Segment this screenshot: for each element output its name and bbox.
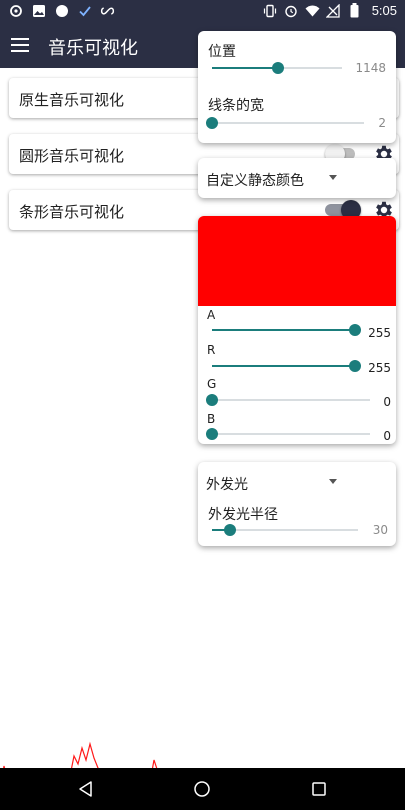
- line-width-value: 2: [378, 116, 386, 130]
- line-width-slider[interactable]: [206, 116, 364, 130]
- battery-icon: [347, 3, 362, 18]
- bar-settings-panel: 位置 1148 线条的宽 2: [198, 31, 396, 143]
- green-slider[interactable]: [206, 393, 370, 407]
- position-label: 位置: [208, 44, 236, 60]
- infinity-icon: [100, 3, 115, 18]
- dropdown-arrow-icon: [329, 175, 337, 180]
- glow-mode-dropdown[interactable]: 外发光: [198, 462, 396, 502]
- no-signal-icon: [326, 3, 341, 18]
- blue-slider[interactable]: [206, 427, 370, 441]
- glow-panel: 外发光 外发光半径 30: [198, 462, 396, 546]
- line-width-label: 线条的宽: [208, 98, 264, 114]
- color-mode-panel: 自定义静态颜色: [198, 158, 396, 198]
- glow-radius-slider[interactable]: [212, 523, 358, 537]
- alpha-value: 255: [368, 326, 391, 340]
- navigation-bar: [0, 768, 405, 810]
- color-mode-dropdown[interactable]: 自定义静态颜色: [198, 158, 396, 198]
- recents-icon[interactable]: [309, 779, 329, 799]
- alarm-icon: [284, 3, 299, 18]
- glow-mode-value: 外发光: [206, 477, 248, 493]
- alpha-label: A: [207, 308, 216, 322]
- red-label: R: [207, 343, 216, 357]
- position-value: 1148: [355, 61, 386, 75]
- blue-label: B: [207, 412, 216, 426]
- page-title: 音乐可视化: [48, 38, 138, 59]
- image-icon: [31, 3, 46, 18]
- option-label: 条形音乐可视化: [19, 203, 125, 221]
- blue-value: 0: [383, 429, 391, 443]
- red-value: 255: [368, 361, 391, 375]
- check-icon: [77, 3, 92, 18]
- dropdown-arrow-icon: [329, 479, 337, 484]
- system-icons: 5:05: [263, 3, 397, 18]
- glow-radius-value: 30: [372, 523, 388, 537]
- red-slider[interactable]: [212, 359, 361, 373]
- wifi-icon: [305, 3, 320, 18]
- back-icon[interactable]: [76, 779, 96, 799]
- color-mode-value: 自定义静态颜色: [206, 173, 304, 189]
- menu-icon[interactable]: [10, 35, 30, 55]
- status-time: 5:05: [371, 3, 397, 18]
- notification-icons: [8, 3, 115, 18]
- position-slider[interactable]: [212, 61, 342, 75]
- option-label: 原生音乐可视化: [19, 91, 125, 109]
- vibrate-icon: [263, 3, 278, 18]
- sync-icon: [8, 3, 23, 18]
- glow-radius-label: 外发光半径: [208, 507, 278, 523]
- color-picker-panel: A 255 R 255 G 0 B 0: [198, 216, 396, 444]
- color-preview: [198, 216, 396, 306]
- status-bar: 5:05: [0, 0, 405, 24]
- home-icon[interactable]: [192, 779, 212, 799]
- green-label: G: [207, 377, 217, 391]
- option-label: 圆形音乐可视化: [19, 147, 125, 165]
- alpha-slider[interactable]: [212, 323, 361, 337]
- green-value: 0: [383, 395, 391, 409]
- circle-icon: [54, 3, 69, 18]
